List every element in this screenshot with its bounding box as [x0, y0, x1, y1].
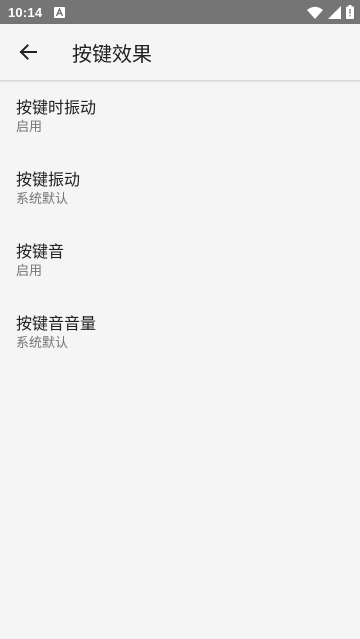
pref-title: 按键时振动	[16, 98, 97, 117]
status-time: 10:14	[8, 4, 43, 20]
pref-title: 按键音音量	[16, 314, 97, 333]
wifi-icon	[307, 6, 323, 19]
status-icons	[307, 5, 354, 19]
pref-title: 按键音	[16, 242, 65, 261]
page-title: 按键效果	[72, 41, 152, 66]
pref-item-vibrate-on-tap[interactable]: 按键时振动 启用	[0, 81, 360, 153]
pref-title: 按键振动	[16, 170, 81, 189]
app-bar: 按键效果	[0, 24, 360, 80]
pref-item-key-sound-volume[interactable]: 按键音音量 系统默认	[0, 297, 360, 369]
status-bar: 10:14	[0, 0, 360, 24]
battery-icon	[346, 5, 354, 19]
arrow-back-icon	[19, 44, 37, 60]
pref-summary: 系统默认	[16, 336, 69, 351]
pref-summary: 启用	[16, 120, 43, 135]
preference-list: 按键时振动 启用 按键振动 系统默认 按键音 启用 按键音音量 系统默认	[0, 81, 360, 369]
pref-item-key-sound[interactable]: 按键音 启用	[0, 225, 360, 297]
notification-a-icon	[54, 6, 66, 18]
pref-summary: 系统默认	[16, 192, 69, 207]
pref-summary: 启用	[16, 264, 43, 279]
back-button[interactable]	[0, 24, 56, 80]
pref-item-key-vibration[interactable]: 按键振动 系统默认	[0, 153, 360, 225]
cell-signal-icon	[328, 5, 341, 19]
